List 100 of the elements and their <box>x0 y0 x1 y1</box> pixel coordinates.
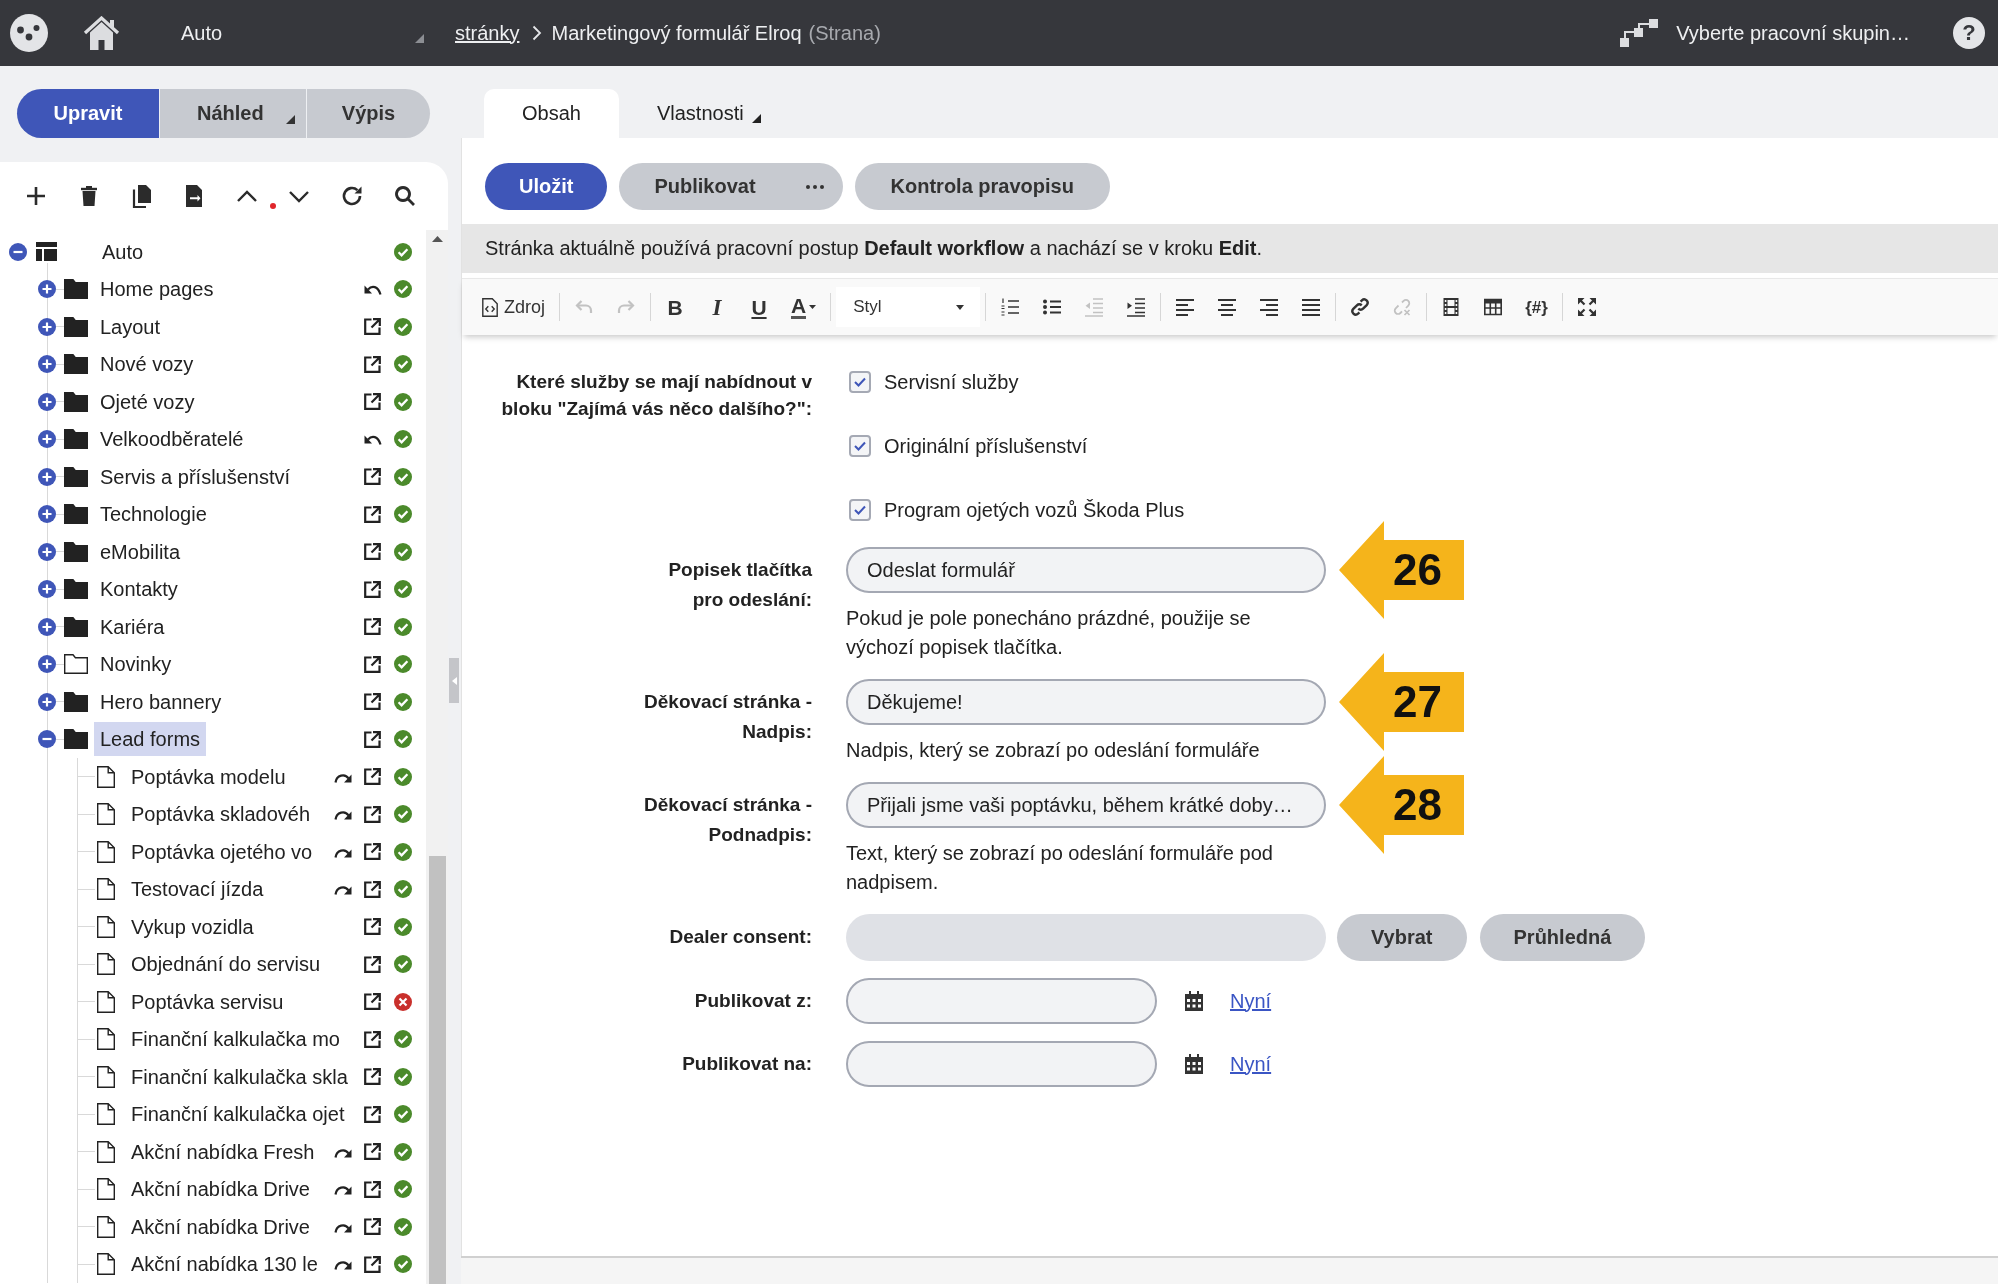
expand-icon[interactable] <box>38 505 56 524</box>
help-button[interactable]: ? <box>1953 17 1985 49</box>
external-link-icon[interactable] <box>364 655 381 673</box>
external-link-icon[interactable] <box>364 1143 381 1161</box>
external-link-icon[interactable] <box>364 543 381 561</box>
expand-icon[interactable] <box>38 355 56 374</box>
maximize-icon[interactable] <box>1576 297 1597 317</box>
external-link-icon[interactable] <box>364 318 381 336</box>
tree-item[interactable]: Novinky <box>94 647 178 682</box>
content-tab[interactable]: Vlastnosti <box>618 89 799 138</box>
external-link-icon[interactable] <box>364 1218 381 1236</box>
external-link-icon[interactable] <box>364 993 381 1011</box>
expand-icon[interactable] <box>38 467 56 486</box>
tree-item[interactable]: Akční nabídka Drive <box>125 1209 316 1244</box>
external-link-icon[interactable] <box>364 580 381 598</box>
external-link-icon[interactable] <box>364 505 381 523</box>
logo-icon[interactable] <box>10 14 48 52</box>
date-input[interactable] <box>846 1041 1157 1087</box>
expand-icon[interactable] <box>38 392 56 411</box>
tree-item[interactable]: Servis a příslušenství <box>94 459 297 494</box>
expand-icon[interactable] <box>38 280 56 299</box>
collapse-icon[interactable] <box>9 242 27 261</box>
text-input[interactable]: Odeslat formulář <box>846 547 1326 593</box>
scrollbar-track[interactable] <box>426 230 448 1284</box>
tree-item[interactable]: Kariéra <box>94 609 171 644</box>
align-left-icon[interactable] <box>1175 297 1196 317</box>
scroll-up-icon[interactable] <box>431 236 443 242</box>
tree-item[interactable]: Kontakty <box>94 572 184 607</box>
indent-icon[interactable] <box>1126 297 1147 317</box>
tree-item[interactable]: eMobilita <box>94 534 187 569</box>
tree-item[interactable]: Nové vozy <box>94 347 200 382</box>
tree-item[interactable]: Testovací jízda <box>125 872 270 907</box>
expand-icon[interactable] <box>38 692 56 711</box>
external-link-icon[interactable] <box>364 1105 381 1123</box>
tree-item[interactable]: Poptávka ojetého vo <box>125 834 319 869</box>
tree-item[interactable]: Objednání do servisu <box>125 947 326 982</box>
publish-button[interactable]: Publikovat <box>619 163 843 210</box>
external-link-icon[interactable] <box>364 618 381 636</box>
external-link-icon[interactable] <box>364 768 381 786</box>
tree-item[interactable]: Layout <box>94 309 167 344</box>
date-input[interactable] <box>846 978 1157 1024</box>
refresh-icon[interactable] <box>340 184 365 208</box>
text-input[interactable]: Přijali jsme vaši poptávku, během krátké doby… <box>846 782 1326 828</box>
text-input[interactable]: Děkujeme! <box>846 679 1326 725</box>
spell-check-button[interactable]: Kontrola pravopisu <box>854 163 1110 210</box>
scrollbar-thumb[interactable] <box>428 856 446 1284</box>
tree-item[interactable]: Vykup vozidla <box>125 909 260 944</box>
checkbox[interactable] <box>849 371 871 393</box>
site-dropdown[interactable]: Auto <box>170 11 430 55</box>
numbered-list-icon[interactable] <box>1000 297 1021 317</box>
external-link-icon[interactable] <box>364 693 381 711</box>
tree-item[interactable]: Velkoodběratelé <box>94 422 250 457</box>
style-dropdown[interactable]: Styl <box>836 287 981 327</box>
external-link-icon[interactable] <box>364 918 381 936</box>
expand-icon[interactable] <box>38 542 56 561</box>
external-link-icon[interactable] <box>364 880 381 898</box>
mode-tab[interactable]: Náhled <box>159 89 306 138</box>
tree-item[interactable]: Akční nabídka 130 le <box>125 1247 324 1282</box>
checkbox[interactable] <box>849 499 871 521</box>
workgroup-selector[interactable]: Vyberte pracovní skupin… <box>1620 18 1910 48</box>
external-link-icon[interactable] <box>364 1030 381 1048</box>
tree-item[interactable]: Poptávka modelu <box>125 759 292 794</box>
external-link-icon[interactable] <box>364 730 381 748</box>
tree-item[interactable]: Hero bannery <box>94 684 228 719</box>
expand-icon[interactable] <box>38 317 56 336</box>
splitter-handle[interactable] <box>449 658 459 703</box>
external-link-icon[interactable] <box>364 355 381 373</box>
bulleted-list-icon[interactable] <box>1042 297 1063 317</box>
breadcrumb-link[interactable]: stránky <box>455 21 520 45</box>
save-button[interactable]: Uložit <box>485 163 608 210</box>
content-tab[interactable]: Obsah <box>484 89 619 138</box>
tree-item[interactable]: Finanční kalkulačka mo <box>125 1022 346 1057</box>
table-icon[interactable] <box>1483 297 1504 317</box>
expand-icon[interactable] <box>38 580 56 599</box>
underline-button[interactable]: U <box>749 294 769 320</box>
text-color-button[interactable]: A <box>791 294 817 320</box>
external-link-icon[interactable] <box>364 1068 381 1086</box>
tree-item[interactable]: Poptávka servisu <box>125 984 290 1019</box>
align-justify-icon[interactable] <box>1301 297 1322 317</box>
home-icon[interactable] <box>83 16 120 50</box>
source-button[interactable]: Zdroj <box>482 296 545 318</box>
tree-item[interactable]: Ojeté vozy <box>94 384 201 419</box>
bold-button[interactable]: B <box>665 294 685 320</box>
align-right-icon[interactable] <box>1259 297 1280 317</box>
tree-item[interactable]: Technologie <box>94 497 213 532</box>
calendar-icon[interactable] <box>1184 1054 1204 1074</box>
mode-tab[interactable]: Upravit <box>17 89 159 138</box>
tree-item[interactable]: Akční nabídka Drive <box>125 1172 316 1207</box>
external-link-icon[interactable] <box>364 843 381 861</box>
external-link-icon[interactable] <box>364 1255 381 1273</box>
checkbox[interactable] <box>849 435 871 457</box>
external-link-icon[interactable] <box>364 468 381 486</box>
align-center-icon[interactable] <box>1217 297 1238 317</box>
tree-item[interactable]: Finanční kalkulačka ojet <box>125 1097 351 1132</box>
film-strip-icon[interactable] <box>1441 297 1462 317</box>
italic-button[interactable]: I <box>707 294 727 320</box>
external-link-icon[interactable] <box>364 1180 381 1198</box>
link-icon[interactable] <box>1350 297 1371 317</box>
tree-item[interactable]: Akční nabídka Fresh <box>125 1134 321 1169</box>
expand-icon[interactable] <box>38 430 56 449</box>
